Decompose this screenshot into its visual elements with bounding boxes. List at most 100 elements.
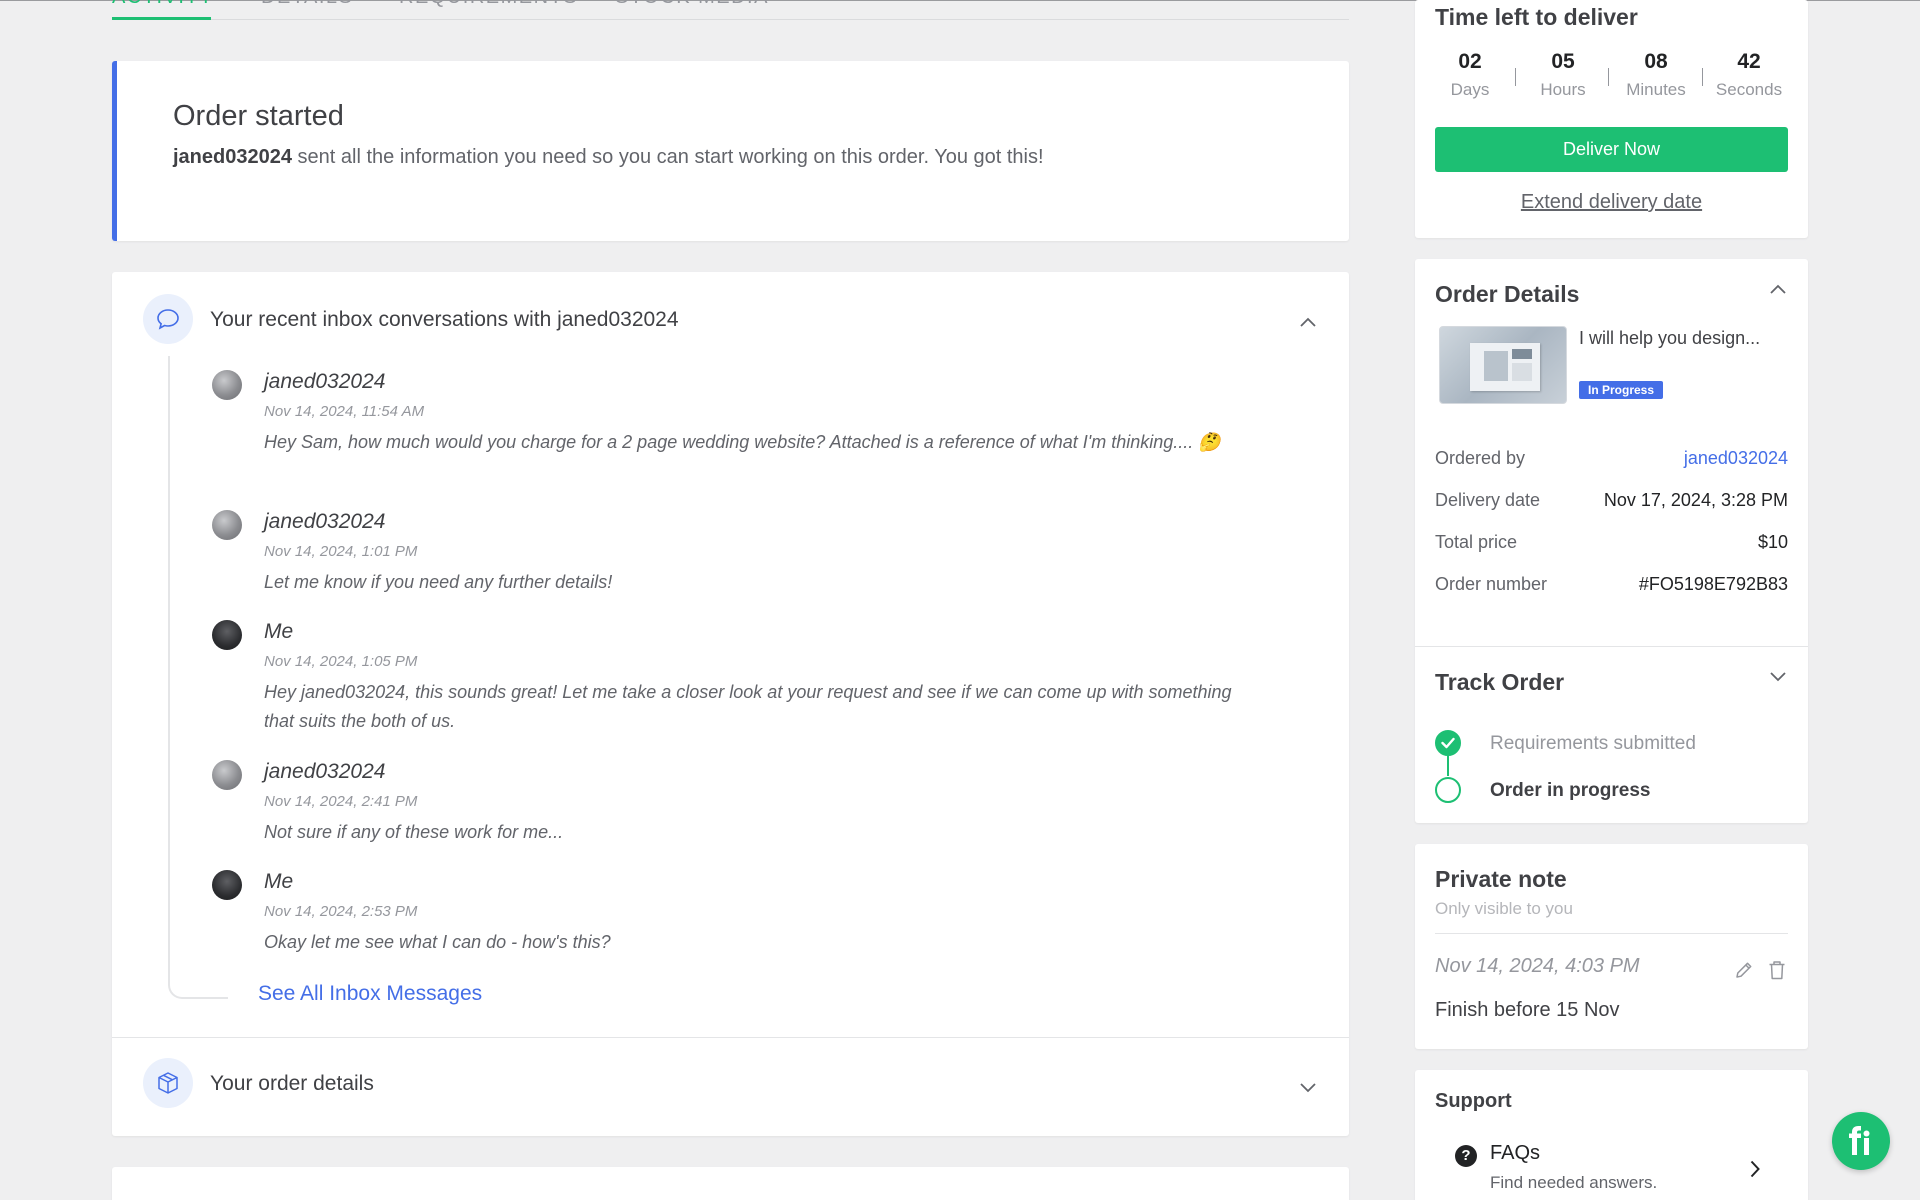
message-text: Not sure if any of these work for me...	[264, 822, 564, 842]
avatar	[212, 370, 242, 400]
order-details-card: Order Details I will help you design... …	[1415, 259, 1808, 823]
section-divider	[112, 1037, 1349, 1038]
timer-days-label: Days	[1450, 80, 1490, 99]
total-price-row: Total price $10	[1435, 532, 1788, 556]
tab-stock-media[interactable]: Stock Media	[615, 0, 769, 9]
timer-hours-label: Hours	[1540, 80, 1586, 99]
timer-minutes-label: Minutes	[1626, 80, 1686, 99]
delivery-timer-card: Time left to deliver 02 Days 05 Hours 08…	[1415, 0, 1808, 238]
tab-requirements[interactable]: Requirements	[399, 0, 578, 9]
timer-separator	[1515, 68, 1516, 86]
timer-seconds: 42 Seconds	[1709, 50, 1789, 100]
timer-hours: 05 Hours	[1523, 50, 1603, 100]
message-timestamp: Nov 14, 2024, 2:41 PM	[264, 793, 418, 810]
conversations-card: Your recent inbox conversations with jan…	[112, 272, 1349, 1136]
faqs-link[interactable]: FAQs	[1490, 1142, 1540, 1165]
conversations-title: Your recent inbox conversations with jan…	[210, 308, 679, 331]
message-timestamp: Nov 14, 2024, 2:53 PM	[264, 903, 418, 920]
order-started-description: janed032024 sent all the information you…	[173, 146, 1044, 169]
conversation-thread-line	[168, 356, 228, 999]
avatar	[212, 760, 242, 790]
next-card-partial	[112, 1167, 1349, 1200]
timer-separator	[1608, 68, 1609, 86]
extend-delivery-date-link[interactable]: Extend delivery date	[1415, 191, 1808, 214]
track-connector-line	[1447, 750, 1449, 776]
delivery-date-label: Delivery date	[1435, 490, 1541, 510]
message-timestamp: Nov 14, 2024, 1:05 PM	[264, 653, 418, 670]
message-text: Hey janed032024, this sounds great! Let …	[264, 682, 1232, 731]
ordered-by-link[interactable]: janed032024	[1684, 448, 1788, 469]
note-text: Finish before 15 Nov	[1435, 999, 1620, 1021]
tab-details[interactable]: Details	[261, 0, 353, 9]
help-chat-fab-icon[interactable]	[1832, 1112, 1890, 1170]
expand-order-details-chevron-down-icon[interactable]	[1298, 1078, 1318, 1098]
message-text: Okay let me see what I can do - how's th…	[264, 932, 611, 952]
track-order-title: Track Order	[1435, 669, 1565, 695]
see-all-inbox-messages-link[interactable]: See All Inbox Messages	[258, 982, 482, 1006]
order-started-message: sent all the information you need so you…	[297, 146, 1044, 168]
avatar	[212, 510, 242, 540]
track-step-label: Requirements submitted	[1490, 733, 1696, 754]
order-number-label: Order number	[1435, 574, 1548, 594]
timer-hours-value: 05	[1551, 50, 1575, 73]
timer-days-value: 02	[1458, 50, 1482, 73]
message-timestamp: Nov 14, 2024, 1:01 PM	[264, 543, 418, 560]
message-sender: janed032024	[264, 370, 386, 393]
track-step-in-progress: Order in progress	[1435, 777, 1788, 807]
faqs-chevron-right-icon[interactable]	[1745, 1159, 1765, 1179]
total-price-label: Total price	[1435, 532, 1518, 552]
avatar	[212, 870, 242, 900]
order-page: Activity Details Requirements Stock Medi…	[0, 0, 1920, 1200]
edit-pencil-icon[interactable]	[1732, 958, 1756, 982]
note-timestamp: Nov 14, 2024, 4:03 PM	[1435, 955, 1640, 977]
message-text: Hey Sam, how much would you charge for a…	[264, 432, 1221, 452]
active-tab-indicator	[112, 17, 211, 20]
order-started-title: Order started	[173, 100, 344, 132]
support-title: Support	[1435, 1090, 1512, 1112]
note-divider	[1435, 933, 1788, 934]
timer-minutes-value: 08	[1644, 50, 1668, 73]
private-note-title: Private note	[1435, 866, 1567, 892]
private-note-subtitle: Only visible to you	[1435, 899, 1573, 918]
collapse-order-details-chevron-up-icon[interactable]	[1768, 279, 1788, 299]
collapse-conversations-chevron-up-icon[interactable]	[1298, 312, 1318, 332]
card-divider	[1415, 646, 1808, 647]
ordered-by-row: Ordered by janed032024	[1435, 448, 1788, 472]
status-badge: In Progress	[1579, 381, 1664, 399]
faqs-subtitle: Find needed answers.	[1490, 1173, 1658, 1192]
ordered-by-label: Ordered by	[1435, 448, 1526, 468]
timer-separator	[1702, 68, 1703, 86]
message-timestamp: Nov 14, 2024, 11:54 AM	[264, 403, 425, 420]
message-sender: Me	[264, 620, 294, 643]
timer-seconds-label: Seconds	[1715, 80, 1783, 99]
delivery-date-row: Delivery date Nov 17, 2024, 3:28 PM	[1435, 490, 1788, 514]
avatar	[212, 620, 242, 650]
tab-activity[interactable]: Activity	[112, 0, 214, 9]
support-card: Support ? FAQs Find needed answers.	[1415, 1070, 1808, 1200]
order-details-section-title: Your order details	[210, 1072, 374, 1095]
timer-title: Time left to deliver	[1435, 4, 1638, 30]
order-number-value: #FO5198E792B83	[1638, 574, 1788, 594]
timer-seconds-value: 42	[1737, 50, 1761, 73]
deliver-now-button[interactable]: Deliver Now	[1435, 127, 1788, 172]
message-sender: janed032024	[264, 760, 386, 783]
private-note-card: Private note Only visible to you Nov 14,…	[1415, 844, 1808, 1049]
timer-minutes: 08 Minutes	[1616, 50, 1696, 100]
gig-title[interactable]: I will help you design...	[1579, 325, 1779, 352]
buyer-username: janed032024	[173, 146, 292, 168]
order-number-row: Order number #FO5198E792B83	[1435, 574, 1788, 598]
delete-trash-icon[interactable]	[1765, 958, 1789, 982]
order-tabs: Activity Details Requirements Stock Medi…	[112, 0, 1349, 20]
gig-thumbnail[interactable]	[1439, 326, 1567, 404]
order-started-card: Order started janed032024 sent all the i…	[112, 61, 1349, 241]
question-mark-icon: ?	[1455, 1145, 1477, 1167]
message-sender: Me	[264, 870, 294, 893]
expand-track-order-chevron-down-icon[interactable]	[1768, 667, 1788, 687]
progress-circle-icon	[1435, 777, 1461, 803]
total-price-value: $10	[1757, 532, 1788, 552]
order-details-title: Order Details	[1435, 281, 1580, 307]
package-box-icon	[143, 1058, 193, 1108]
message-text: Let me know if you need any further deta…	[264, 572, 613, 592]
track-step-label: Order in progress	[1490, 780, 1651, 801]
delivery-date-value: Nov 17, 2024, 3:28 PM	[1603, 490, 1788, 510]
